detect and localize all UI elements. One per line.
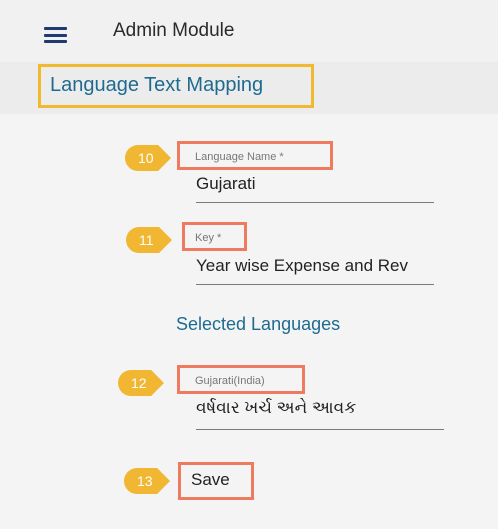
gujarati-underline xyxy=(196,429,444,430)
app-title: Admin Module xyxy=(113,20,235,41)
gujarati-label: Gujarati(India) xyxy=(195,375,265,387)
selected-languages-heading: Selected Languages xyxy=(176,314,341,334)
gujarati-translation-field[interactable]: વર્ષવાર ખર્ચ અને આવક xyxy=(196,398,442,418)
hamburger-menu-icon[interactable] xyxy=(44,27,67,43)
page-title: Language Text Mapping xyxy=(50,74,264,96)
language-name-underline xyxy=(196,202,434,203)
key-label: Key * xyxy=(195,232,222,244)
save-button[interactable]: Save xyxy=(191,470,230,490)
language-name-label: Language Name * xyxy=(195,151,284,163)
key-underline xyxy=(196,284,434,285)
top-bar: Admin Module xyxy=(0,0,498,62)
key-field[interactable]: Year wise Expense and Rev xyxy=(196,256,434,276)
language-name-field[interactable]: Gujarati xyxy=(196,174,432,194)
